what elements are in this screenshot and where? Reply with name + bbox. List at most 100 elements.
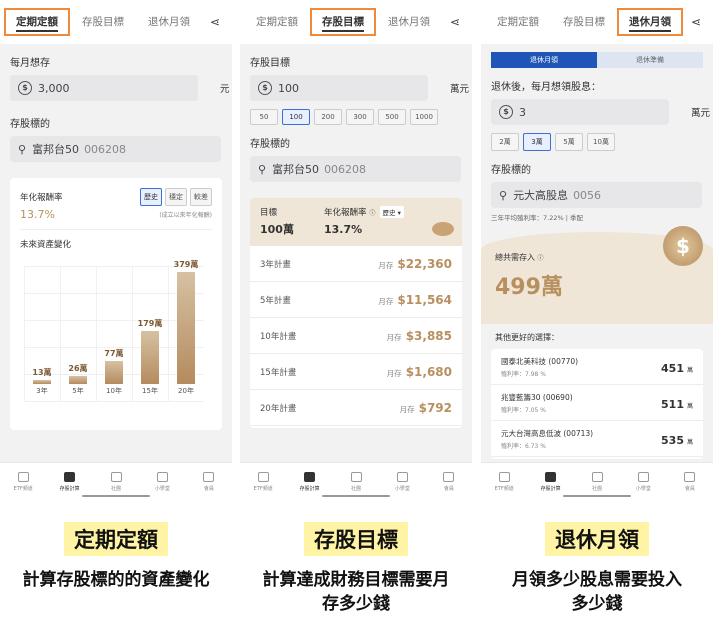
unit-label: 元 [220, 84, 230, 95]
yield-value: 7.98 % [525, 370, 546, 378]
nav-label: 社團 [351, 485, 362, 492]
top-tabs: 定期定額 存股目標 退休月領 ⋖ [481, 0, 713, 44]
nav-icon [156, 471, 168, 482]
dividend-chip[interactable]: 2萬 [491, 133, 519, 151]
amount-chips: 50 100 200 300 500 1000 [240, 109, 472, 125]
nav-item-4[interactable]: 會員 [186, 463, 232, 500]
nav-icon [443, 471, 455, 482]
stock-search-field[interactable]: ⚲ 元大高股息 0056 [491, 182, 702, 208]
tab-regular-investment[interactable]: 定期定額 [4, 8, 70, 36]
stock-search-field[interactable]: ⚲ 富邦台50 006208 [250, 156, 461, 182]
coin-icon: $ [663, 226, 703, 266]
chart-bar [141, 331, 159, 384]
avg-yield-note: 三年平均殖利率：7.22% | 季配 [491, 214, 583, 222]
nav-label: 會員 [203, 485, 214, 492]
nav-icon [637, 471, 649, 482]
dividend-chips: 2萬 3萬 5萬 10萬 [481, 133, 713, 151]
chart-bar [105, 361, 123, 384]
screen-retirement: 定期定額 存股目標 退休月領 ⋖ 退休月領 退休準備 退休後，每月想領股息： $… [481, 0, 713, 500]
nav-label: 社團 [111, 485, 122, 492]
wan-unit: 萬 [686, 403, 693, 410]
amount-chip[interactable]: 1000 [410, 109, 438, 125]
monthly-label: 每月想存 [10, 58, 50, 69]
segment-retire-monthly[interactable]: 退休月領 [491, 52, 597, 68]
nav-label: ETF頻道 [253, 485, 273, 492]
roi-mode-select[interactable]: 歷史 ▾ [379, 206, 404, 218]
mode-stable-button[interactable]: 穩定 [165, 188, 187, 206]
nav-label: 存股計算 [59, 485, 80, 492]
search-icon: ⚲ [499, 188, 508, 202]
nav-label: ETF頻道 [494, 485, 514, 492]
mode-poor-button[interactable]: 較差 [190, 188, 212, 206]
plan-amount-group: 月存 $792 [400, 401, 452, 415]
dividend-chip[interactable]: 5萬 [555, 133, 583, 151]
need-label: 總共需存入 [495, 253, 535, 262]
dividend-question: 退休後，每月想領股息： [491, 82, 601, 93]
nav-icon [684, 471, 696, 482]
amount-chip[interactable]: 300 [346, 109, 374, 125]
plan-amount: $792 [418, 400, 452, 415]
roi-label: 年化報酬率 [324, 208, 367, 218]
share-icon[interactable]: ⋖ [202, 15, 228, 29]
share-icon[interactable]: ⋖ [442, 15, 468, 29]
plan-prefix: 月存 [378, 260, 394, 270]
tab-regular-investment[interactable]: 定期定額 [485, 8, 551, 36]
dividend-input[interactable]: $ 3 [491, 99, 669, 125]
nav-item-0[interactable]: ETF頻道 [240, 463, 286, 500]
alternative-row[interactable]: 兆豐藍籌30 (00690) 殖利率：7.05 % 511 萬 [491, 385, 703, 421]
stock-name: 富邦台50 [272, 163, 320, 176]
x-tick-label: 5年 [72, 387, 84, 395]
nav-icon [545, 471, 557, 482]
share-icon[interactable]: ⋖ [683, 15, 709, 29]
growth-chart: 13萬 3年 26萬 5年 77萬 10年 179萬 15年 379萬 20年 [24, 260, 204, 402]
alternative-row[interactable]: 國泰北美科技 (00770) 殖利率：7.98 % 451 萬 [491, 349, 703, 385]
alternative-amount: 451 [661, 362, 684, 375]
yield-prefix: 殖利率： [501, 370, 526, 378]
caption-title: 退休月領 [545, 522, 649, 556]
mode-history-button[interactable]: 歷史 [140, 188, 162, 206]
home-indicator [82, 495, 150, 497]
nav-icon [304, 471, 316, 482]
dollar-icon: $ [258, 81, 272, 95]
amount-chip[interactable]: 50 [250, 109, 278, 125]
piggy-bank-icon [432, 222, 454, 236]
search-icon: ⚲ [258, 162, 267, 176]
plan-prefix: 月存 [386, 368, 402, 378]
plan-label: 15年計畫 [260, 367, 297, 378]
nav-label: 存股計算 [299, 485, 320, 492]
tab-saving-goal[interactable]: 存股目標 [70, 8, 136, 36]
nav-icon [350, 471, 362, 482]
alternative-list: 國泰北美科技 (00770) 殖利率：7.98 % 451 萬兆豐藍籌30 (0069… [491, 349, 703, 459]
nav-icon [203, 471, 215, 482]
nav-item-4[interactable]: 會員 [426, 463, 472, 500]
growth-title: 未來資產變化 [20, 229, 212, 250]
plan-amount-group: 月存 $1,680 [387, 365, 452, 379]
nav-item-0[interactable]: ETF頻道 [0, 463, 46, 500]
monthly-amount-input[interactable]: $ 3,000 [10, 75, 198, 101]
tab-saving-goal[interactable]: 存股目標 [551, 8, 617, 36]
amount-chip[interactable]: 200 [314, 109, 342, 125]
amount-chip[interactable]: 100 [282, 109, 310, 125]
nav-item-0[interactable]: ETF頻道 [481, 463, 527, 500]
nav-item-4[interactable]: 會員 [667, 463, 713, 500]
segment-retire-prepare[interactable]: 退休準備 [597, 52, 703, 68]
tab-retirement[interactable]: 退休月領 [136, 8, 202, 36]
info-icon: ⓘ [369, 209, 376, 217]
nav-icon [257, 471, 269, 482]
dividend-chip[interactable]: 10萬 [587, 133, 615, 151]
info-icon: ⓘ [537, 255, 544, 262]
tab-retirement[interactable]: 退休月領 [376, 8, 442, 36]
stock-search-field[interactable]: ⚲ 富邦台50 006208 [10, 136, 221, 162]
plan-label: 10年計畫 [260, 331, 297, 342]
tab-saving-goal[interactable]: 存股目標 [310, 8, 376, 36]
plan-amount-group: 月存 $3,885 [387, 329, 452, 343]
dividend-chip[interactable]: 3萬 [523, 133, 551, 151]
alternative-row[interactable]: 元大台灣高息低波 (00713) 殖利率：6.73 % 535 萬 [491, 421, 703, 457]
target-amount-input[interactable]: $ 100 [250, 75, 428, 101]
tab-retirement[interactable]: 退休月領 [617, 8, 683, 36]
tab-regular-investment[interactable]: 定期定額 [244, 8, 310, 36]
stock-label: 存股標的 [491, 165, 531, 176]
plan-amount-group: 月存 $22,360 [378, 257, 452, 271]
plan-label: 5年計畫 [260, 295, 291, 306]
amount-chip[interactable]: 500 [378, 109, 406, 125]
